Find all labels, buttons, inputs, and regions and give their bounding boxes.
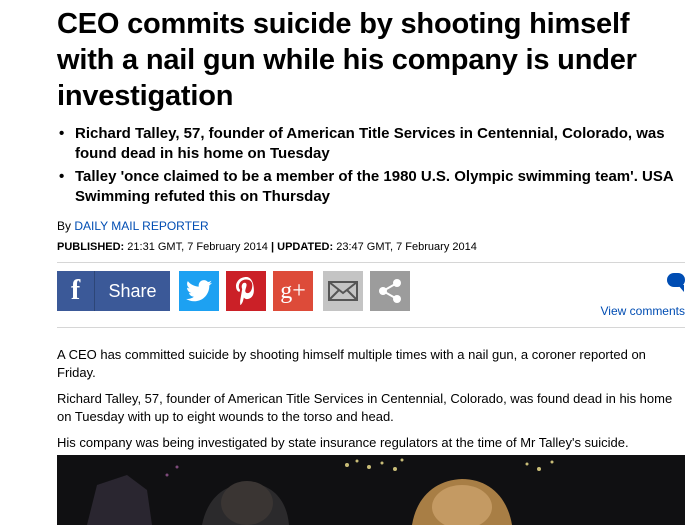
article-photo: [57, 455, 685, 525]
more-share-button[interactable]: [370, 271, 410, 311]
summary-bullets: • Richard Talley, 57, founder of American…: [57, 124, 685, 207]
headline: CEO commits suicide by shooting himself …: [57, 8, 637, 112]
google-plus-icon: g+: [280, 277, 306, 304]
share-bar: f Share g+ View comments: [57, 271, 685, 328]
article-dates: PUBLISHED: 21:31 GMT, 7 February 2014 | …: [57, 241, 685, 263]
email-icon: [328, 281, 358, 301]
article-paragraph: His company was being investigated by st…: [57, 435, 629, 450]
bullet-dot: •: [59, 125, 65, 142]
pinterest-share-button[interactable]: [226, 271, 266, 311]
article-paragraph: Richard Talley, 57, founder of American …: [57, 391, 673, 424]
article-body: A CEO has committed suicide by shooting …: [57, 346, 685, 452]
author-link[interactable]: DAILY MAIL REPORTER: [74, 219, 208, 233]
photo-content: [57, 455, 685, 525]
summary-bullet: • Talley 'once claimed to be a member of …: [57, 167, 685, 207]
published-date: 21:31 GMT, 7 February 2014: [127, 241, 268, 253]
byline: By DAILY MAIL REPORTER: [57, 219, 685, 233]
byline-prefix: By: [57, 219, 72, 233]
summary-bullet: • Richard Talley, 57, founder of American…: [57, 124, 685, 164]
published-label: PUBLISHED:: [57, 241, 125, 253]
twitter-icon: [186, 280, 212, 302]
summary-bullet-text: Talley 'once claimed to be a member of t…: [75, 168, 674, 205]
bullet-dot: •: [59, 168, 65, 185]
summary-bullet-text: Richard Talley, 57, founder of American …: [75, 125, 665, 162]
twitter-share-button[interactable]: [179, 271, 219, 311]
facebook-share-label: Share: [108, 280, 157, 301]
share-more-icon: [379, 279, 401, 303]
updated-date: 23:47 GMT, 7 February 2014: [336, 241, 477, 253]
facebook-share-button[interactable]: f Share: [57, 271, 170, 311]
view-comments-link[interactable]: View comments: [601, 304, 685, 318]
email-share-button[interactable]: [323, 271, 363, 311]
article-paragraph: A CEO has committed suicide by shooting …: [57, 347, 646, 380]
pinterest-icon: [236, 277, 254, 305]
date-separator: |: [271, 241, 275, 253]
facebook-icon: f: [57, 271, 95, 311]
article: CEO commits suicide by shooting himself …: [57, 0, 685, 460]
comments-widget[interactable]: View comments: [601, 273, 685, 318]
updated-label: UPDATED:: [277, 241, 334, 253]
comment-bubble-icon[interactable]: [667, 273, 685, 292]
google-plus-share-button[interactable]: g+: [273, 271, 313, 311]
